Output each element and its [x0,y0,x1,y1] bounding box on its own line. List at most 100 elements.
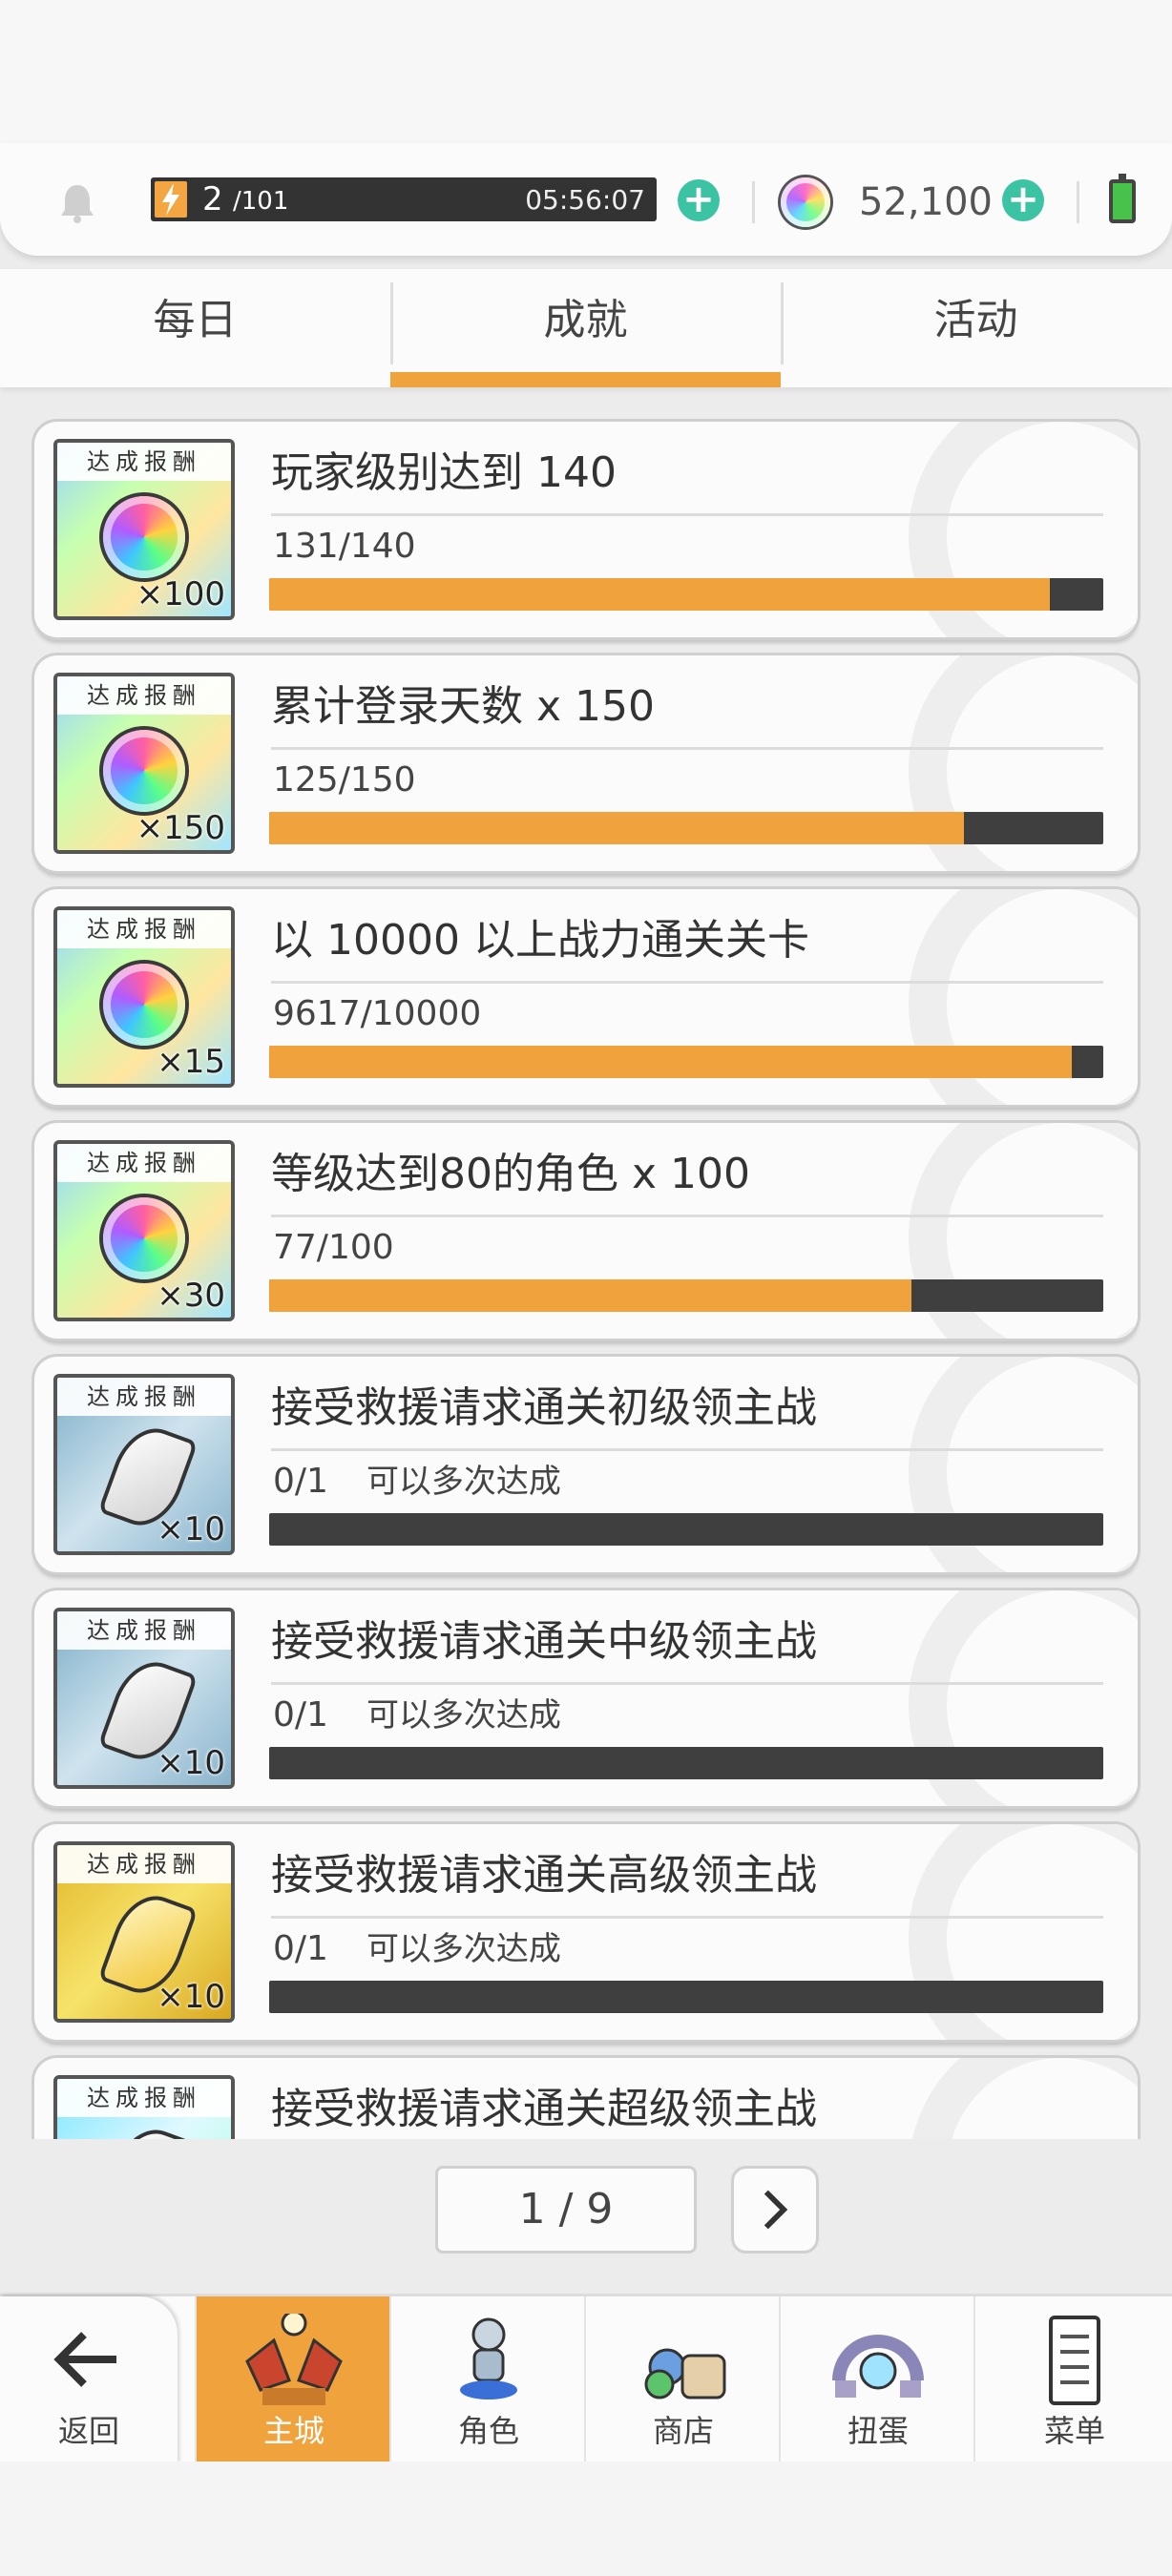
progress-fill [269,1046,1072,1078]
achievement-title: 接受救援请求通关高级领主战 [271,1851,817,1900]
achievement-card[interactable]: 达成报酬 ×100 玩家级别达到 140 131/140 [34,422,1138,637]
progress-fill [269,1279,911,1312]
achievement-card[interactable]: 达成报酬 ×30 等级达到80的角色 x 100 77/100 [34,1123,1138,1339]
repeatable-note: 可以多次达成 [366,1696,561,1735]
progress-text: 125/150 [273,760,416,800]
background-decoration [909,2058,1138,2139]
tab-daily[interactable]: 每日 [0,269,390,387]
stamina-current: 2 [202,180,223,218]
nav-label-menu: 菜单 [1043,2413,1105,2449]
top-blank-area [0,0,1172,143]
lightning-icon [155,181,187,218]
reward-quantity: ×10 [157,1744,225,1782]
progress-text: 0/1 可以多次达成 [273,1462,561,1501]
achievement-card[interactable]: 达成报酬 ×10 接受救援请求通关高级领主战 0/1 可以多次达成 [34,1824,1138,2040]
divider [271,513,1103,516]
mixed-crystal-icon [97,2119,199,2139]
back-label: 返回 [57,2413,119,2449]
reward-ribbon: 达成报酬 [57,2079,231,2117]
reward-quantity: ×10 [157,1510,225,1548]
page-indicator[interactable]: 1 / 9 [435,2166,697,2254]
repeatable-note: 可以多次达成 [366,1463,561,1501]
progress-fill [269,812,965,844]
reward-ribbon: 达成报酬 [57,910,231,948]
progress-text: 0/1 可以多次达成 [273,1929,561,1968]
progress-text: 131/140 [273,527,416,566]
achievement-title: 累计登录天数 x 150 [271,682,655,731]
achievement-title: 接受救援请求通关初级领主战 [271,1383,817,1432]
achievement-title: 等级达到80的角色 x 100 [271,1150,750,1198]
nav-label-gacha: 扭蛋 [847,2413,909,2449]
add-gems-button[interactable]: + [1002,179,1044,221]
bottom-navigation: 返回 主城 角色 商店 扭蛋 菜单 [0,2294,1172,2464]
nav-label-castle: 主城 [262,2413,324,2449]
reward-box: 达成报酬 [53,2075,235,2139]
reward-quantity: ×150 [136,809,225,847]
chevron-right-icon [764,2190,788,2230]
reward-quantity: ×10 [157,1978,225,2016]
back-button[interactable]: 返回 [0,2296,178,2464]
nav-item-character[interactable]: 角色 [389,2296,586,2464]
menu-icon [1049,2316,1100,2405]
reward-ribbon: 达成报酬 [57,443,231,481]
reward-box: 达成报酬 ×15 [53,906,235,1088]
rainbow-gem-icon [103,1197,185,1279]
stamina-timer: 05:56:07 [525,184,645,216]
nav-item-castle[interactable]: 主城 [195,2296,391,2464]
nav-item-menu[interactable]: 菜单 [973,2296,1172,2464]
reward-ribbon: 达成报酬 [57,1378,231,1416]
reward-box: 达成报酬 ×150 [53,673,235,854]
divider [271,1916,1103,1919]
reward-ribbon: 达成报酬 [57,1611,231,1650]
reward-box: 达成报酬 ×10 [53,1374,235,1555]
battery-icon [1109,174,1136,223]
reward-ribbon: 达成报酬 [57,1144,231,1182]
achievement-card[interactable]: 达成报酬 ×10 接受救援请求通关中级领主战 0/1 可以多次达成 [34,1590,1138,1806]
achievement-title: 接受救援请求通关超级领主战 [271,2085,817,2133]
achievement-title: 接受救援请求通关中级领主战 [271,1617,817,1666]
back-arrow-icon [53,2332,116,2387]
progress-bar [269,1981,1103,2013]
rainbow-gem-icon [103,964,185,1046]
tab-bar: 每日 成就 活动 [0,269,1172,387]
repeatable-note: 可以多次达成 [366,1930,561,1968]
nav-label-shop: 商店 [652,2413,714,2449]
nav-item-shop[interactable]: 商店 [584,2296,781,2464]
stamina-bar: 2 /101 05:56:07 [151,177,657,221]
achievement-card[interactable]: 达成报酬 ×150 累计登录天数 x 150 125/150 [34,655,1138,871]
nav-item-gacha[interactable]: 扭蛋 [779,2296,975,2464]
add-stamina-button[interactable]: + [678,179,720,221]
reward-ribbon: 达成报酬 [57,676,231,715]
reward-quantity: ×30 [157,1277,225,1315]
gem-count: 52,100 [859,180,993,224]
rainbow-gem-icon [103,730,185,812]
divider [271,747,1103,750]
reward-quantity: ×15 [157,1043,225,1081]
status-bar: 2 /101 05:56:07 + 52,100 + [0,143,1172,256]
achievement-card[interactable]: 达成报酬 ×10 接受救援请求通关初级领主战 0/1 可以多次达成 [34,1357,1138,1572]
achievement-card[interactable]: 达成报酬 ×15 以 10000 以上战力通关关卡 9617/10000 [34,889,1138,1105]
reward-box: 达成报酬 ×100 [53,439,235,620]
progress-bar [269,1747,1103,1779]
divider [271,1448,1103,1451]
divider [271,1215,1103,1217]
reward-ribbon: 达成报酬 [57,1845,231,1883]
divider [271,981,1103,984]
achievement-list[interactable]: 达成报酬 ×100 玩家级别达到 140 131/140 达成报酬 ×150 累… [0,401,1172,2139]
next-page-button[interactable] [731,2166,819,2254]
tab-achievements[interactable]: 成就 [390,269,781,387]
progress-text: 77/100 [273,1228,394,1267]
divider [1077,181,1079,223]
reward-quantity: ×100 [136,575,225,613]
progress-fill [269,578,1051,611]
bell-icon[interactable] [53,179,101,227]
gem-icon [781,177,830,227]
tab-events[interactable]: 活动 [781,269,1171,387]
achievement-card[interactable]: 达成报酬 接受救援请求通关超级领主战 [34,2058,1138,2139]
progress-bar [269,1279,1103,1312]
progress-text: 0/1 可以多次达成 [273,1695,561,1735]
castle-icon [245,2314,343,2405]
progress-bar [269,1513,1103,1546]
progress-bar [269,578,1103,611]
system-bar [0,2462,1172,2576]
